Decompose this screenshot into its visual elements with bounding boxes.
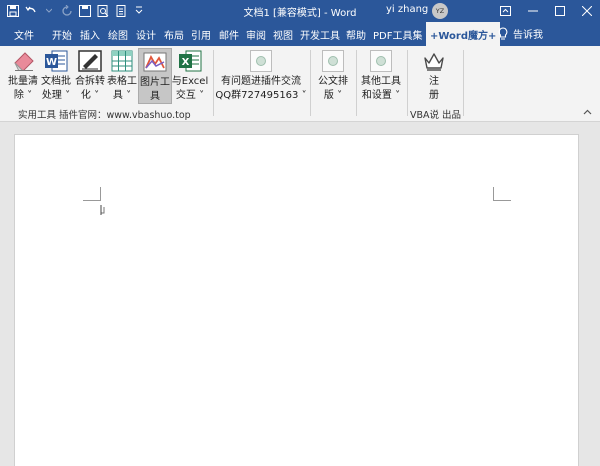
- text-cursor: [100, 205, 106, 218]
- word-doc-icon: W: [43, 48, 69, 74]
- excel-interact-label-1: 与Excel: [171, 76, 209, 87]
- table-tools-label-1: 表格工: [107, 76, 137, 87]
- tab-layout[interactable]: 布局: [164, 27, 184, 42]
- official-doc-button[interactable]: 公文排 版 ˅: [314, 48, 352, 102]
- tell-me-label: 告诉我: [513, 30, 543, 41]
- tab-draw[interactable]: 绘图: [108, 27, 128, 42]
- merge-split-convert-button[interactable]: 合拆转 化 ˅: [74, 48, 106, 102]
- group-separator: [407, 50, 408, 116]
- register-button[interactable]: 注 册: [420, 48, 448, 102]
- tab-references[interactable]: 引用: [191, 27, 211, 42]
- other-tools-label-2: 和设置 ˅: [361, 90, 401, 101]
- tab-design[interactable]: 设计: [136, 27, 156, 42]
- crown-icon: [421, 48, 447, 74]
- group-separator: [310, 50, 311, 116]
- table-tools-label-2: 具 ˅: [112, 90, 132, 101]
- tab-help[interactable]: 帮助: [346, 27, 366, 42]
- qq-group-icon: [248, 48, 274, 74]
- window-controls: [492, 0, 600, 22]
- ribbon-tabs: 文件 开始 插入 绘图 设计 布局 引用 邮件 审阅 视图 开发工具 帮助 PD…: [0, 22, 600, 46]
- group-separator: [356, 50, 357, 116]
- register-label-1: 注: [429, 76, 439, 87]
- official-doc-label-1: 公文排: [318, 76, 348, 87]
- tab-mailings[interactable]: 邮件: [219, 27, 239, 42]
- image-tools-label-2: 具: [150, 91, 160, 102]
- eraser-icon: [10, 48, 36, 74]
- group-utility-label: 实用工具 插件官网：www.vbashuo.top: [18, 110, 191, 121]
- batch-clear-button[interactable]: 批量清 除 ˅: [6, 48, 40, 102]
- tab-pdf-tools[interactable]: PDF工具集: [373, 27, 422, 42]
- ribbon-display-options-icon[interactable]: [492, 0, 519, 22]
- excel-interact-button[interactable]: X 与Excel 交互 ˅: [172, 48, 208, 102]
- group-vba-label: VBA说 出品: [410, 110, 462, 121]
- maximize-icon[interactable]: [546, 0, 573, 22]
- official-doc-icon: [320, 48, 346, 74]
- table-icon: [109, 48, 135, 74]
- close-icon[interactable]: [573, 0, 600, 22]
- table-tools-button[interactable]: 表格工 具 ˅: [106, 48, 138, 102]
- image-tools-button[interactable]: 图片工 具: [138, 48, 172, 104]
- lightbulb-icon: [498, 27, 508, 40]
- other-tools-button[interactable]: 其他工具 和设置 ˅: [358, 48, 404, 102]
- minimize-icon[interactable]: [519, 0, 546, 22]
- merge-split-label-1: 合拆转: [75, 76, 105, 87]
- tab-review[interactable]: 审阅: [246, 27, 266, 42]
- tab-developer[interactable]: 开发工具: [300, 27, 340, 42]
- qq-group-button[interactable]: 有问题进插件交流 QQ群727495163 ˅: [215, 48, 307, 102]
- excel-icon: X: [177, 48, 203, 74]
- other-tools-icon: [368, 48, 394, 74]
- qq-group-label-2: QQ群727495163 ˅: [215, 90, 307, 101]
- image-chart-icon: [142, 49, 168, 75]
- group-separator: [213, 50, 214, 116]
- official-doc-label-2: 版 ˅: [323, 90, 343, 101]
- document-page[interactable]: [14, 134, 579, 466]
- batch-clear-label-1: 批量清: [8, 76, 38, 87]
- tab-view[interactable]: 视图: [273, 27, 293, 42]
- ribbon: 批量清 除 ˅ W 文档批 处理 ˅ 合拆转 化 ˅ 表格工 具 ˅ 图片工 具…: [0, 46, 600, 122]
- user-name[interactable]: yi zhang: [386, 4, 428, 15]
- sign-pen-icon: [77, 48, 103, 74]
- avatar[interactable]: YZ: [432, 3, 448, 19]
- group-separator: [463, 50, 464, 116]
- tab-word-mofang[interactable]: +Word魔方+: [426, 22, 501, 46]
- margin-corner-top-left: [83, 187, 101, 201]
- title-bar: 文档1 [兼容模式] - Word yi zhang YZ: [0, 0, 600, 22]
- tab-file[interactable]: 文件: [14, 27, 34, 42]
- image-tools-label-1: 图片工: [140, 77, 170, 88]
- register-label-2: 册: [429, 90, 439, 101]
- collapse-ribbon-icon[interactable]: [583, 108, 592, 118]
- qq-group-label-1: 有问题进插件交流: [221, 76, 301, 87]
- document-area: [0, 122, 600, 466]
- tab-home[interactable]: 开始: [52, 27, 72, 42]
- tab-insert[interactable]: 插入: [80, 27, 100, 42]
- svg-text:X: X: [182, 57, 190, 68]
- other-tools-label-1: 其他工具: [361, 76, 401, 87]
- doc-batch-button[interactable]: W 文档批 处理 ˅: [40, 48, 72, 102]
- doc-batch-label-2: 处理 ˅: [41, 90, 71, 101]
- tell-me[interactable]: 告诉我: [498, 26, 543, 41]
- batch-clear-label-2: 除 ˅: [13, 90, 33, 101]
- svg-text:W: W: [46, 57, 57, 68]
- margin-corner-top-right: [493, 187, 511, 201]
- doc-batch-label-1: 文档批: [41, 76, 71, 87]
- excel-interact-label-2: 交互 ˅: [175, 90, 205, 101]
- merge-split-label-2: 化 ˅: [80, 90, 100, 101]
